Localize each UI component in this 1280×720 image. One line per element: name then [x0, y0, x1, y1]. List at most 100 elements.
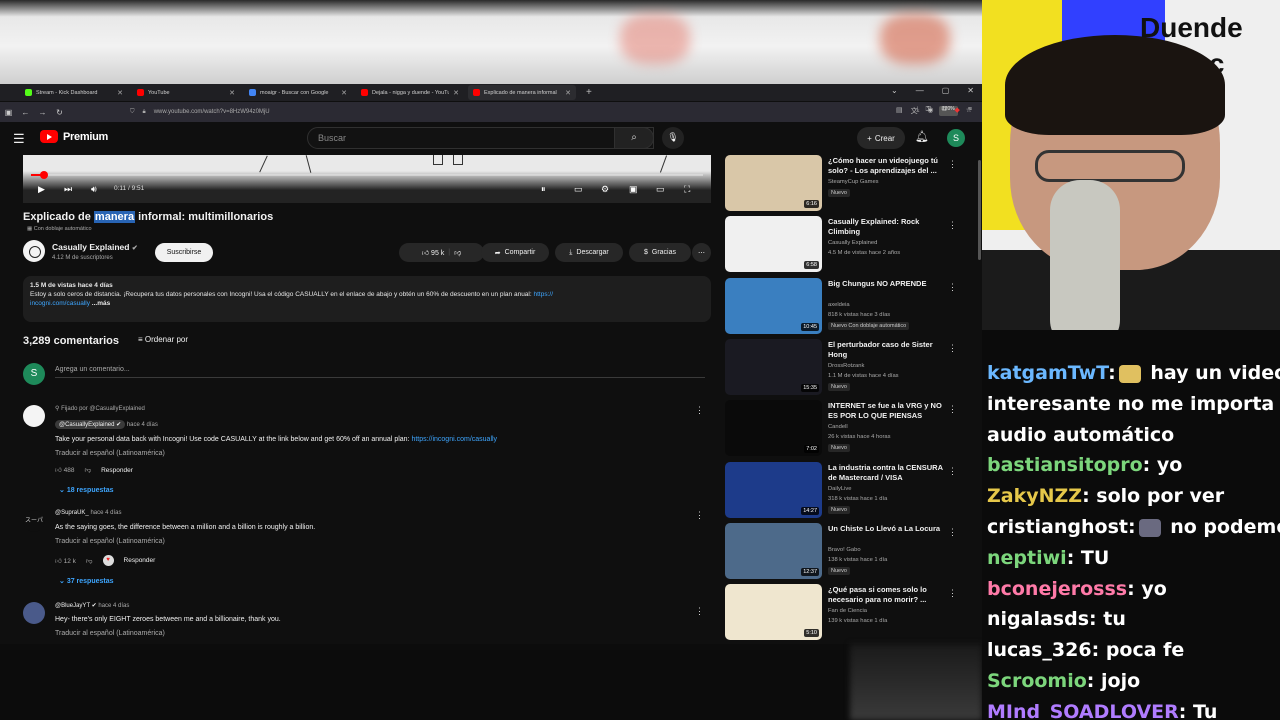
related-video-item[interactable]: 6:16 ¿Cómo hacer un videojuego tú solo? … [725, 155, 965, 213]
subtitles-icon[interactable]: ▭ [574, 184, 583, 195]
description-link-2[interactable]: incogni.com/casually [30, 300, 90, 307]
view-replies-button[interactable]: ⌄ 18 respuestas [59, 486, 114, 494]
reply-button[interactable]: Responder [101, 467, 133, 474]
video-thumbnail[interactable]: 6:58 [725, 216, 822, 273]
related-video-item[interactable]: 10:45 Big Chungus NO APRENDE axeldeia 818 … [725, 277, 965, 336]
maximize-button[interactable]: ▢ [942, 86, 950, 95]
reader-icon[interactable]: ▤ [896, 106, 903, 116]
related-title[interactable]: Casually Explained: Rock Climbing [828, 217, 948, 237]
miniplayer-icon[interactable]: ▣ [629, 184, 638, 195]
comment-menu-icon[interactable]: ⋮ [695, 405, 704, 416]
comment-menu-icon[interactable]: ⋮ [695, 510, 704, 521]
video-menu-icon[interactable]: ⋮ [948, 159, 957, 170]
translate-link[interactable]: Traducir al español (Latinoamérica) [55, 630, 165, 637]
minimize-button[interactable]: — [916, 86, 924, 95]
video-player[interactable]: ▶ ⏭ 🔊︎ 0:11 / 9:51 ⏸ ▭ ⚙ ▣ ▭ ⛶ [23, 155, 711, 203]
video-menu-icon[interactable]: ⋮ [948, 282, 957, 293]
comment-avatar[interactable] [23, 405, 45, 427]
autoplay-toggle[interactable]: ⏸ [541, 184, 546, 195]
related-title[interactable]: ¿Cómo hacer un videojuego tú solo? - Los… [828, 156, 948, 176]
close-tab-icon[interactable]: ✕ [565, 89, 571, 97]
subscribe-button[interactable]: Suscribirse [155, 243, 213, 262]
new-tab-button[interactable]: + [580, 87, 598, 98]
video-thumbnail[interactable]: 12:37 [725, 522, 822, 579]
related-video-item[interactable]: 12:37 Un Chiste Lo Llevó a La Locura Brav… [725, 522, 965, 581]
more-actions-button[interactable]: ⋯ [692, 243, 711, 262]
comment-author[interactable]: @BlueJayYT [55, 603, 90, 609]
show-more-link[interactable]: ...más [90, 300, 110, 307]
thanks-button[interactable]: $ Gracias [629, 243, 691, 262]
video-menu-icon[interactable]: ⋮ [948, 220, 957, 231]
extension-icon[interactable]: ⧉ [942, 106, 947, 114]
browser-tab[interactable]: moaigr - Buscar con Google ✕ [244, 85, 352, 100]
menu-icon[interactable]: ≡ [968, 106, 972, 114]
chat-username[interactable]: Scroomio [987, 670, 1087, 692]
channel-name[interactable]: Casually Explained ✔ [52, 242, 138, 252]
translate-link[interactable]: Traducir al español (Latinoamérica) [55, 450, 165, 457]
video-menu-icon[interactable]: ⋮ [948, 466, 957, 477]
browser-tab[interactable]: YouTube ✕ [132, 85, 240, 100]
url-field[interactable]: ⛉ 🔒︎ www.youtube.com/watch?v=8HzW94z0MjU [130, 106, 630, 118]
sidebar-toggle-icon[interactable]: ▣ [0, 108, 17, 117]
browser-tab[interactable]: Explicado de manera informal ✕ [468, 85, 576, 100]
chat-username[interactable]: bastiansitopro [987, 454, 1143, 476]
video-menu-icon[interactable]: ⋮ [948, 588, 957, 599]
reload-button[interactable]: ↻ [51, 108, 68, 117]
video-menu-icon[interactable]: ⋮ [948, 343, 957, 354]
comment-menu-icon[interactable]: ⋮ [695, 606, 704, 617]
download-icon[interactable]: ⤓ [916, 106, 919, 114]
video-thumbnail[interactable]: 6:16 [725, 155, 822, 211]
view-replies-button[interactable]: ⌄ 37 respuestas [59, 577, 114, 585]
comment-link[interactable]: https://incogni.com/casually [411, 436, 497, 443]
browser-tab[interactable]: Stream - Kick Dashboard ✕ [20, 85, 128, 100]
reply-button[interactable]: Responder [124, 557, 156, 564]
related-title[interactable]: ¿Qué pasa si comes solo lo necesario par… [828, 585, 948, 605]
forward-button[interactable]: → [34, 108, 51, 117]
related-video-item[interactable]: 5:10 ¿Qué pasa si comes solo lo necesari… [725, 584, 965, 642]
dislike-button[interactable]: 👎︎ [454, 248, 461, 257]
related-video-item[interactable]: 7:02 INTERNET se fue a la VRG y NO ES PO… [725, 400, 965, 458]
theater-mode-icon[interactable]: ▭ [656, 184, 665, 195]
video-thumbnail[interactable]: 10:45 [725, 277, 822, 334]
comment-like-button[interactable]: 👍︎ 488 [55, 466, 74, 474]
progress-bar[interactable] [31, 171, 703, 179]
hamburger-menu-icon[interactable]: ☰ [13, 131, 25, 147]
related-video-item[interactable]: 6:58 Casually Explained: Rock Climbing Ca… [725, 216, 965, 274]
video-thumbnail[interactable]: 14:27 [725, 461, 822, 518]
browser-tab[interactable]: Dejala - nigga y duende - YouTu ✕ [356, 85, 464, 100]
notifications-bell-icon[interactable]: 🔔︎ [915, 130, 929, 143]
chat-username[interactable]: MInd_SOADLOVER [987, 701, 1179, 720]
comment-dislike-button[interactable]: 👎︎ [84, 466, 91, 474]
account-avatar[interactable]: S [947, 129, 965, 147]
chat-username[interactable]: katgamTwT [987, 362, 1108, 384]
video-thumbnail[interactable]: 7:02 [725, 400, 822, 457]
comment-dislike-button[interactable]: 👎︎ [86, 557, 93, 565]
related-video-item[interactable]: 14:27 La industria contra la CENSURA de … [725, 461, 965, 520]
scrollbar[interactable] [978, 160, 981, 260]
related-video-item[interactable]: 15:35 El perturbador caso de Sister Hong… [725, 338, 965, 397]
chat-username[interactable]: ZakyNZZ [987, 485, 1082, 507]
chat-username[interactable]: neptiwi [987, 547, 1067, 569]
chat-username[interactable]: lucas_326 [987, 639, 1092, 661]
chat-username[interactable]: nigalasds [987, 608, 1089, 630]
chat-username[interactable]: cristianghost [987, 516, 1128, 538]
close-tab-icon[interactable]: ✕ [453, 89, 459, 97]
settings-gear-icon[interactable]: ⚙ [601, 184, 609, 195]
chevron-down-icon[interactable]: ⌄ [891, 86, 898, 95]
share-button[interactable]: ➦ Compartir [481, 243, 549, 262]
account-icon[interactable]: ◉ [927, 106, 933, 114]
video-thumbnail[interactable]: 15:35 [725, 338, 822, 395]
close-tab-icon[interactable]: ✕ [341, 89, 347, 97]
video-menu-icon[interactable]: ⋮ [948, 527, 957, 538]
channel-avatar[interactable] [23, 240, 45, 262]
like-button[interactable]: 👍︎ 95 k [422, 248, 445, 257]
close-tab-icon[interactable]: ✕ [117, 89, 123, 97]
description-link[interactable]: https:// [533, 291, 553, 298]
chat-username[interactable]: bconejerosss [987, 578, 1127, 600]
progress-scrubber[interactable] [40, 171, 49, 179]
search-button[interactable]: ⌕ [614, 127, 654, 149]
video-thumbnail[interactable]: 5:10 [725, 584, 822, 641]
comment-avatar[interactable]: スーパ [23, 510, 45, 532]
translate-link[interactable]: Traducir al español (Latinoamérica) [55, 538, 165, 545]
create-button[interactable]: + Crear [857, 127, 905, 149]
